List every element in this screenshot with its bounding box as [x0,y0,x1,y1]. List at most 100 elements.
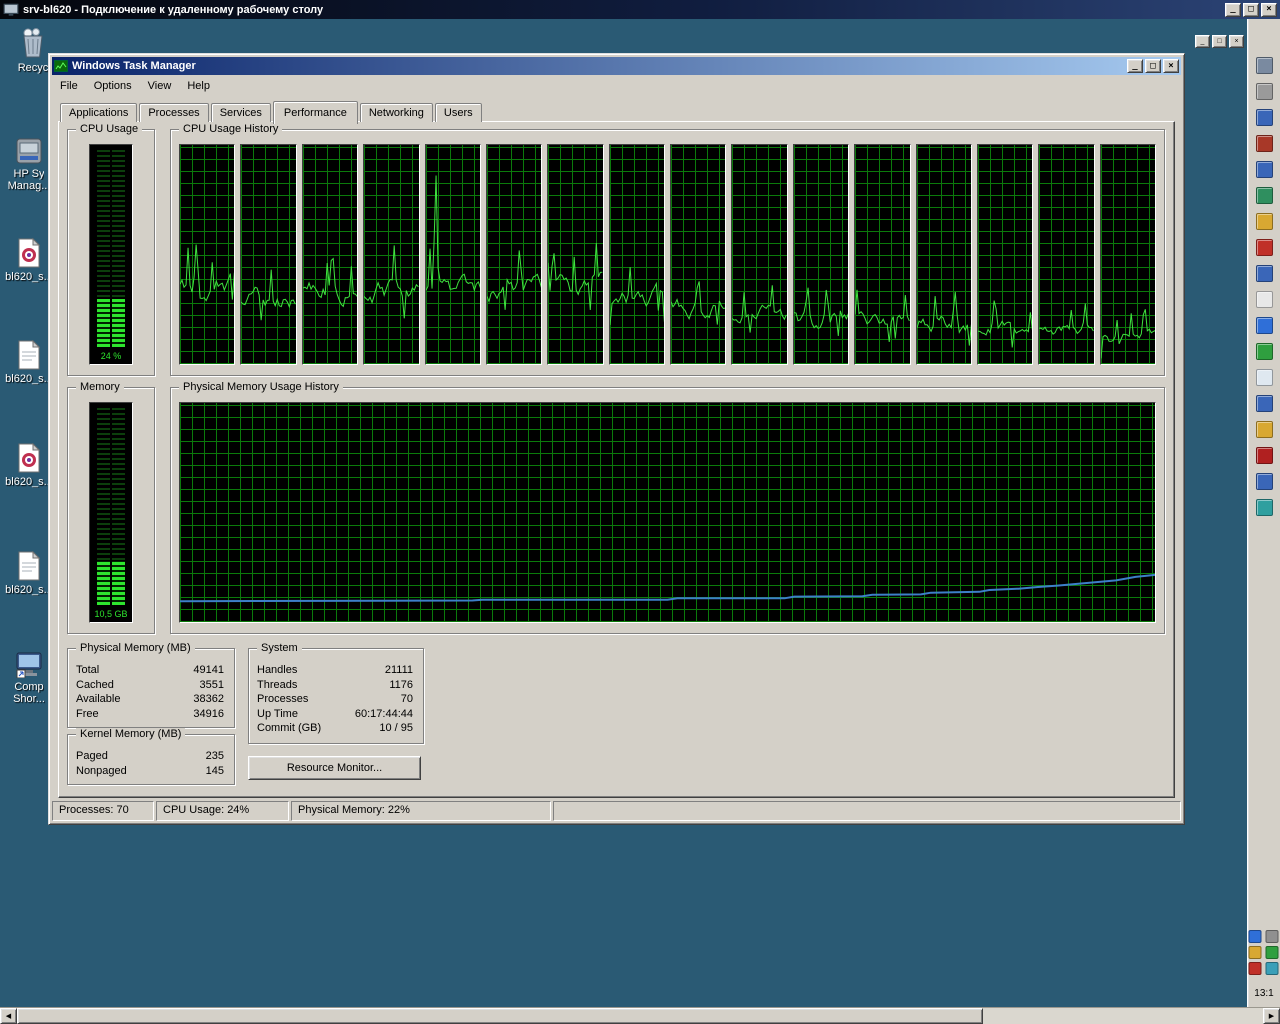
rdp-restore-button[interactable]: □ [1243,2,1259,17]
task-manager-tabs: Applications Processes Services Performance… [60,100,484,124]
memory-group: Memory 10,5 GB [67,381,155,634]
stat-label: Total [76,664,100,676]
stat-label: Paged [76,750,108,762]
quick-launch-icon-6[interactable] [1255,187,1273,204]
menu-view[interactable]: View [140,78,180,94]
taskbar-clock[interactable]: 13:1 [1248,988,1280,999]
menu-help[interactable]: Help [179,78,218,94]
tab-applications[interactable]: Applications [60,103,138,122]
memory-history-graph [179,402,1156,623]
memory-group-label: Memory [76,381,124,393]
stat-value: 34916 [193,707,224,720]
tray-icon-2[interactable] [1265,930,1279,943]
stat-row: Paged 235 [68,749,234,764]
quick-launch-icon-5[interactable] [1255,161,1273,178]
rdp-horizontal-scrollbar[interactable]: ◀ ▶ [0,1007,1280,1024]
remote-desktop: Recyc HP Sy Manag... bl620_s... bl620_s.… [0,19,1280,1007]
quick-launch-icon-12[interactable] [1255,343,1273,360]
stat-label: Available [76,693,121,706]
task-manager-icon [54,60,68,72]
memory-history-pane [179,402,1156,623]
quick-launch-icon-15[interactable] [1255,421,1273,438]
tray-icon-3[interactable] [1248,946,1262,959]
scroll-thumb[interactable] [17,1008,983,1024]
cpu-usage-value: 24 % [100,351,122,361]
stat-row: Nonpaged 145 [68,764,234,779]
quick-launch-icon-11[interactable] [1255,317,1273,334]
cpu-core-graph-4 [363,144,420,365]
cpu-usage-group: CPU Usage 24 % [67,123,155,376]
tm-minimize-button[interactable]: _ [1127,59,1143,73]
corner-button-3[interactable]: × [1229,35,1244,48]
document-logo-icon [18,443,41,473]
quick-launch-icon-9[interactable] [1255,265,1273,282]
stat-label: Free [76,707,99,720]
rdp-close-button[interactable]: × [1261,2,1277,17]
corner-button-2[interactable]: □ [1212,35,1227,48]
tab-users[interactable]: Users [434,103,482,122]
stat-value: 49141 [193,664,224,676]
stat-row: Cached 3551 [68,678,234,693]
rdp-minimize-button[interactable]: _ [1225,2,1241,17]
stat-row: Threads 1176 [249,678,423,693]
cpu-core-graph-12 [854,144,911,365]
quick-launch-icon-10[interactable] [1255,291,1273,308]
tray-icon-5[interactable] [1248,962,1262,975]
performance-tab-page: CPU Usage 24 % CPU Usage History Memory … [58,121,1175,798]
memory-gauge: 10,5 GB [89,402,133,623]
quick-launch-icon-13[interactable] [1255,369,1273,386]
stat-label: Cached [76,678,114,691]
quick-launch-icon-2[interactable] [1255,83,1273,100]
stat-value: 38362 [193,693,224,706]
scroll-right-button[interactable]: ▶ [1263,1008,1280,1024]
stat-value: 145 [205,764,224,777]
quick-launch-icon-18[interactable] [1255,499,1273,516]
cpu-history-graphs [179,144,1156,365]
tray-icon-4[interactable] [1265,946,1279,959]
quick-launch-icon-17[interactable] [1255,473,1273,490]
tab-networking[interactable]: Networking [359,103,433,122]
computer-shortcut-icon [16,652,42,678]
tray-icon-6[interactable] [1265,962,1279,975]
quick-launch-icon-1[interactable] [1255,57,1273,74]
menu-file[interactable]: File [52,78,86,94]
cpu-core-graph-15 [1038,144,1095,365]
stat-row: Commit (GB) 10 / 95 [249,721,423,736]
resource-monitor-button[interactable]: Resource Monitor... [248,756,421,780]
quick-launch-icon-8[interactable] [1255,239,1273,256]
tray-icon-1[interactable] [1248,930,1262,943]
corner-window-buttons: _ □ × [1195,35,1244,48]
document-icon [18,340,41,370]
scroll-left-button[interactable]: ◀ [0,1008,17,1024]
memory-value: 10,5 GB [94,609,128,619]
memory-history-group-label: Physical Memory Usage History [179,381,343,393]
quick-launch-icon-16[interactable] [1255,447,1273,464]
system-group-label: System [257,642,302,654]
stat-value: 10 / 95 [379,722,413,735]
task-manager-statusbar: Processes: 70 CPU Usage: 24% Physical Me… [52,801,1181,821]
cpu-core-graph-5 [424,144,481,365]
cpu-core-graph-2 [240,144,297,365]
stat-value: 3551 [199,678,224,691]
hp-system-icon [16,138,42,164]
desktop-icon-label: Recyc [17,62,49,74]
stat-row: Total 49141 [68,663,234,678]
corner-button-1[interactable]: _ [1195,35,1210,48]
quick-launch-icon-4[interactable] [1255,135,1273,152]
tm-close-button[interactable]: × [1163,59,1179,73]
tab-services[interactable]: Services [210,103,271,122]
physical-memory-group: Physical Memory (MB) Total 49141 Cached 355… [67,642,235,728]
quick-launch-icon-7[interactable] [1255,213,1273,230]
task-manager-title: Windows Task Manager [72,60,196,72]
cpu-history-group-label: CPU Usage History [179,123,283,135]
quick-launch-icon-3[interactable] [1255,109,1273,126]
tab-performance[interactable]: Performance [272,101,358,124]
tab-processes[interactable]: Processes [139,103,209,122]
tm-maximize-button[interactable]: □ [1145,59,1161,73]
menu-options[interactable]: Options [86,78,140,94]
quick-launch-icon-14[interactable] [1255,395,1273,412]
desktop-icon-label: bl620_s... [5,476,53,488]
status-cpu-usage: CPU Usage: 24% [156,801,289,821]
task-manager-titlebar[interactable]: Windows Task Manager _ □ × [52,57,1181,75]
rdp-titlebar[interactable]: srv-bl620 - Подключение к удаленному раб… [0,0,1280,19]
